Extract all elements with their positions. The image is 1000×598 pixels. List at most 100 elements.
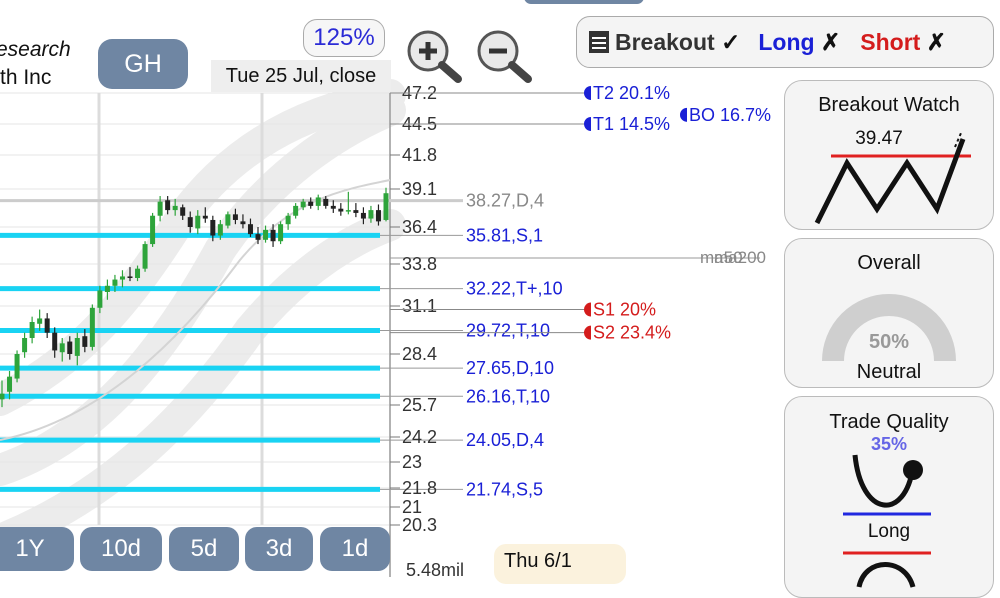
top-tab[interactable] — [524, 0, 644, 4]
mode-bar: Breakout ✓ Long ✗ Short ✗ — [576, 16, 994, 68]
target-label-1: T1 14.5% — [593, 114, 670, 134]
target-marker-4 — [584, 325, 591, 340]
level-label-6: 24.05,D,4 — [466, 430, 544, 450]
y-tick-label-11: 21.8 — [402, 478, 437, 498]
target-marker-2 — [680, 107, 687, 122]
candle-body-18 — [135, 268, 141, 278]
candle-body-6 — [44, 318, 50, 333]
candle-body-43 — [323, 198, 329, 206]
candle-body-36 — [270, 229, 276, 242]
level-label-1: 35.81,S,1 — [466, 225, 543, 245]
cross-icon: ✗ — [926, 28, 946, 55]
candle-body-33 — [247, 224, 253, 235]
range-button-10d[interactable]: 10d — [80, 527, 162, 571]
candle-body-2 — [14, 354, 20, 379]
candle-body-49 — [368, 210, 374, 219]
candle-body-47 — [353, 210, 359, 213]
ticker-button[interactable]: GH — [98, 39, 188, 89]
candle-body-30 — [225, 214, 231, 226]
candle-body-45 — [338, 208, 344, 212]
candle-body-8 — [59, 343, 65, 353]
level-label-4: 27.65,D,10 — [466, 358, 554, 378]
candle-body-26 — [195, 215, 201, 229]
range-button-3d[interactable]: 3d — [245, 527, 313, 571]
y-tick-label-12: 21 — [402, 497, 422, 517]
mode-long[interactable]: Long ✗ — [758, 29, 840, 56]
mode-short[interactable]: Short ✗ — [860, 29, 946, 56]
y-tick-label-10: 23 — [402, 452, 422, 472]
candle-body-15 — [112, 279, 118, 286]
trade-quality-curve-icon — [843, 454, 931, 588]
candle-body-46 — [345, 210, 351, 212]
level-label-7: 21.74,S,5 — [466, 479, 543, 499]
candle-body-19 — [142, 244, 148, 269]
candle-body-28 — [210, 219, 216, 236]
candle-body-48 — [360, 212, 366, 219]
candle-body-35 — [263, 229, 269, 240]
y-tick-label-4: 36.4 — [402, 217, 437, 237]
y-tick-label-7: 28.4 — [402, 344, 437, 364]
level-label-3: 29.72,T,10 — [466, 321, 550, 341]
target-label-4: S2 23.4% — [593, 323, 671, 343]
y-tick-label-2: 41.8 — [402, 145, 437, 165]
candle-body-34 — [255, 234, 261, 240]
candle-body-41 — [308, 201, 314, 206]
range-button-5d[interactable]: 5d — [169, 527, 239, 571]
date-label: Tue 25 Jul, close — [211, 60, 391, 92]
candle-body-37 — [278, 224, 284, 242]
candle-body-38 — [285, 215, 291, 225]
mode-breakout[interactable]: Breakout ✓ — [615, 29, 740, 56]
candle-body-51 — [383, 193, 389, 220]
y-tick-label-5: 33.8 — [402, 254, 437, 274]
candle-body-22 — [165, 200, 171, 211]
company-name-line1: esearch — [0, 38, 71, 61]
target-marker-0 — [584, 86, 591, 100]
range-button-1y[interactable]: 1Y — [0, 527, 74, 571]
candle-body-13 — [97, 290, 103, 308]
overall-percent: 50% — [868, 331, 910, 353]
y-tick-label-3: 39.1 — [402, 179, 437, 199]
candle-body-44 — [330, 205, 336, 209]
level-label-0: 38.27,D,4 — [466, 191, 544, 211]
candle-body-7 — [52, 332, 58, 351]
target-markers: T2 20.1% T1 14.5% BO 16.7% S1 20% S2 23.4% — [390, 83, 771, 343]
volatility-bands — [0, 79, 406, 556]
candle-body-23 — [172, 205, 178, 211]
y-tick-label-8: 25.7 — [402, 395, 437, 415]
target-label-3: S1 20% — [593, 300, 656, 320]
y-tick-label-6: 31.1 — [402, 296, 437, 316]
trade-quality-long-label: Long — [867, 521, 911, 542]
range-button-1d[interactable]: 1d — [320, 527, 390, 571]
target-marker-1 — [584, 117, 591, 131]
y-tick-label-13: 20.3 — [402, 515, 437, 535]
candle-body-20 — [150, 215, 156, 245]
breakout-pattern-icon — [814, 132, 971, 225]
volume-label: 5.48mil — [406, 560, 465, 580]
overall-status: Neutral — [856, 361, 922, 383]
zoom-in-icon[interactable] — [404, 27, 464, 83]
cross-icon: ✗ — [820, 28, 841, 55]
candle-body-27 — [202, 215, 208, 219]
target-marker-3 — [584, 302, 591, 317]
candle-body-29 — [217, 224, 223, 236]
level-label-5: 26.16,T,10 — [466, 386, 550, 406]
candle-body-32 — [240, 221, 246, 225]
target-label-0: T2 20.1% — [593, 83, 670, 103]
zoom-out-icon[interactable] — [474, 27, 534, 83]
candle-body-3 — [22, 338, 28, 353]
candle-body-9 — [67, 341, 73, 354]
list-icon — [589, 31, 609, 53]
zoom-level[interactable]: 125% — [303, 19, 385, 57]
candle-body-0 — [0, 393, 5, 400]
candle-body-11 — [82, 336, 88, 347]
level-label-2: 32.22,T+,10 — [466, 279, 563, 299]
candle-body-5 — [37, 318, 43, 324]
candle-body-14 — [104, 285, 110, 292]
y-tick-label-9: 24.2 — [402, 427, 437, 447]
candle-body-1 — [7, 376, 13, 392]
candle-body-25 — [187, 217, 193, 227]
trade-quality-panel[interactable]: Trade Quality 35% Long — [784, 396, 994, 598]
breakout-watch-panel[interactable]: Breakout Watch 39.47 — [784, 80, 994, 230]
ma-label-1: ma200 — [714, 248, 766, 267]
overall-panel[interactable]: Overall 50% Neutral — [784, 238, 994, 388]
